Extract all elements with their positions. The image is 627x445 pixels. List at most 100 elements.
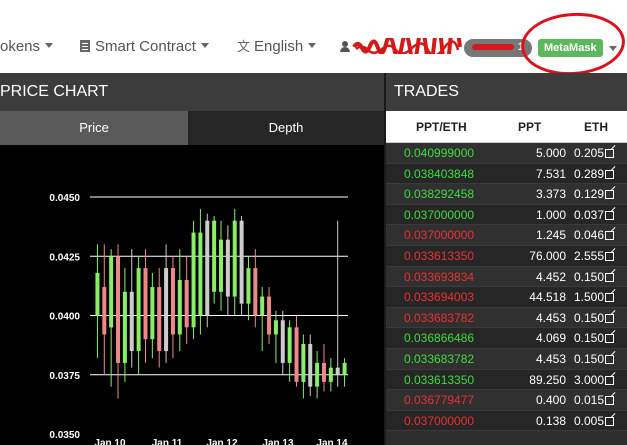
candle-body: [232, 220, 237, 297]
trade-eth-amount: 0.037: [574, 205, 615, 226]
trade-row[interactable]: 0.033613350 89.250 3.000: [386, 369, 627, 391]
candle-body: [280, 320, 285, 363]
trade-row[interactable]: 0.033693834 4.452 0.150: [386, 266, 627, 288]
candle-body: [321, 362, 326, 382]
tokens-menu[interactable]: okens: [0, 38, 54, 56]
trade-ppt-amount: 76.000: [529, 248, 566, 263]
trade-row[interactable]: 0.038403848 7.531 0.289: [386, 163, 627, 185]
top-navbar: okens Smart Contract 文 English 1 MetaMask: [0, 0, 627, 79]
candle-body: [294, 327, 299, 382]
candle-body: [109, 256, 114, 328]
y-tick-label: 0.0450: [49, 193, 80, 204]
external-link-icon[interactable]: [605, 169, 615, 179]
trade-ppt-amount: 1.245: [535, 228, 566, 243]
trade-price: 0.033683782: [404, 310, 475, 325]
trade-eth-value: 0.015: [574, 393, 605, 408]
candle-body: [170, 268, 175, 335]
trades-panel: TRADES PPT/ETH PPT ETH 0.040999000 5.000 0…: [386, 73, 627, 445]
trade-row[interactable]: 0.033683782 4.453 0.150: [386, 348, 627, 370]
candle-body: [246, 268, 251, 304]
col-ppt: PPT: [518, 120, 542, 134]
trade-eth-value: 0.150: [574, 351, 605, 366]
external-link-icon[interactable]: [605, 190, 615, 200]
candle-body: [308, 343, 313, 387]
external-link-icon[interactable]: [605, 149, 615, 158]
candle-body: [129, 291, 134, 352]
document-icon: [80, 40, 90, 52]
chart-tabs: Price Depth: [0, 111, 384, 145]
external-link-icon[interactable]: [605, 231, 615, 241]
trade-eth-value: 3.000: [574, 372, 605, 387]
trade-row[interactable]: 0.033694003 44.518 1.500: [386, 287, 627, 308]
annotation-circle: [518, 9, 627, 79]
smart-contract-menu[interactable]: Smart Contract: [80, 38, 209, 56]
external-link-icon[interactable]: [605, 272, 615, 282]
trade-eth-amount: 3.000: [574, 370, 615, 391]
language-label: English: [254, 38, 304, 55]
chevron-down-icon: [45, 43, 54, 48]
trade-price: 0.033613350: [404, 372, 475, 387]
external-link-icon[interactable]: [605, 210, 615, 220]
candle-body: [287, 327, 292, 363]
external-link-icon[interactable]: [605, 375, 615, 385]
candle-body: [177, 279, 182, 335]
candle-body: [342, 362, 347, 375]
trade-row[interactable]: 0.040999000 5.000 0.205: [386, 143, 627, 164]
tab-depth[interactable]: Depth: [188, 111, 384, 145]
smart-contract-label: Smart Contract: [95, 38, 196, 55]
trade-price: 0.037000000: [404, 413, 475, 428]
trade-eth-amount: 0.150: [574, 349, 615, 370]
trade-row[interactable]: 0.036866486 4.069 0.150: [386, 328, 627, 349]
price-chart[interactable]: 0.0450 0.0425 0.0400 0.0375 0.0350 Jan 10 Jan …: [0, 145, 384, 445]
trade-price: 0.037000000: [404, 228, 475, 243]
redacted-account-name[interactable]: [352, 38, 462, 54]
col-eth: ETH: [584, 120, 608, 134]
external-link-icon[interactable]: [605, 293, 615, 303]
trade-row[interactable]: 0.037000000 1.245 0.046: [386, 225, 627, 246]
external-link-icon[interactable]: [605, 354, 615, 364]
y-tick-label: 0.0400: [49, 312, 80, 323]
trade-ppt-amount: 3.373: [535, 187, 566, 202]
external-link-icon[interactable]: [605, 251, 615, 261]
trade-eth-value: 0.150: [574, 310, 605, 325]
trade-ppt-amount: 4.069: [535, 331, 566, 346]
candle-body: [157, 287, 162, 352]
trade-eth-value: 0.005: [574, 413, 605, 428]
trade-ppt-amount: 1.000: [535, 207, 566, 222]
tab-price[interactable]: Price: [0, 111, 188, 145]
trade-row[interactable]: 0.037000000 0.138 0.005: [386, 410, 627, 432]
col-ppt-eth: PPT/ETH: [416, 120, 467, 134]
trade-eth-value: 2.555: [574, 248, 605, 263]
trade-ppt-amount: 89.250: [529, 372, 566, 387]
trade-ppt-amount: 7.531: [535, 166, 566, 181]
candle-body: [328, 367, 333, 382]
external-link-icon[interactable]: [605, 396, 615, 406]
trade-ppt-amount: 4.453: [535, 351, 566, 366]
trade-price: 0.036779477: [404, 393, 475, 408]
external-link-icon[interactable]: [605, 334, 615, 344]
trade-eth-amount: 0.150: [574, 328, 615, 349]
trade-row[interactable]: 0.033613350 76.000 2.555: [386, 245, 627, 267]
trades-column-header: PPT/ETH PPT ETH: [386, 111, 627, 143]
candle-body: [191, 232, 196, 328]
candle-body: [150, 287, 155, 340]
candle-body: [198, 232, 203, 316]
candle-body: [184, 279, 189, 328]
external-link-icon[interactable]: [605, 313, 615, 323]
trade-row[interactable]: 0.038292458 3.373 0.129: [386, 184, 627, 205]
trade-price: 0.036866486: [404, 331, 475, 346]
tokens-label: okens: [0, 38, 41, 55]
chevron-down-icon: [308, 43, 317, 48]
candle-body: [136, 268, 141, 352]
trade-row[interactable]: 0.037000000 1.000 0.037: [386, 204, 627, 226]
candle-body: [164, 268, 169, 352]
trade-row[interactable]: 0.036779477 0.400 0.015: [386, 390, 627, 411]
trade-ppt-amount: 5.000: [535, 146, 566, 160]
external-link-icon[interactable]: [605, 416, 615, 426]
language-menu[interactable]: 文 English: [237, 38, 317, 56]
candle-body: [253, 268, 258, 316]
candle-body: [225, 239, 230, 297]
trade-row[interactable]: 0.033683782 4.453 0.150: [386, 307, 627, 329]
candle-body: [315, 362, 320, 387]
candle-body: [95, 272, 100, 316]
